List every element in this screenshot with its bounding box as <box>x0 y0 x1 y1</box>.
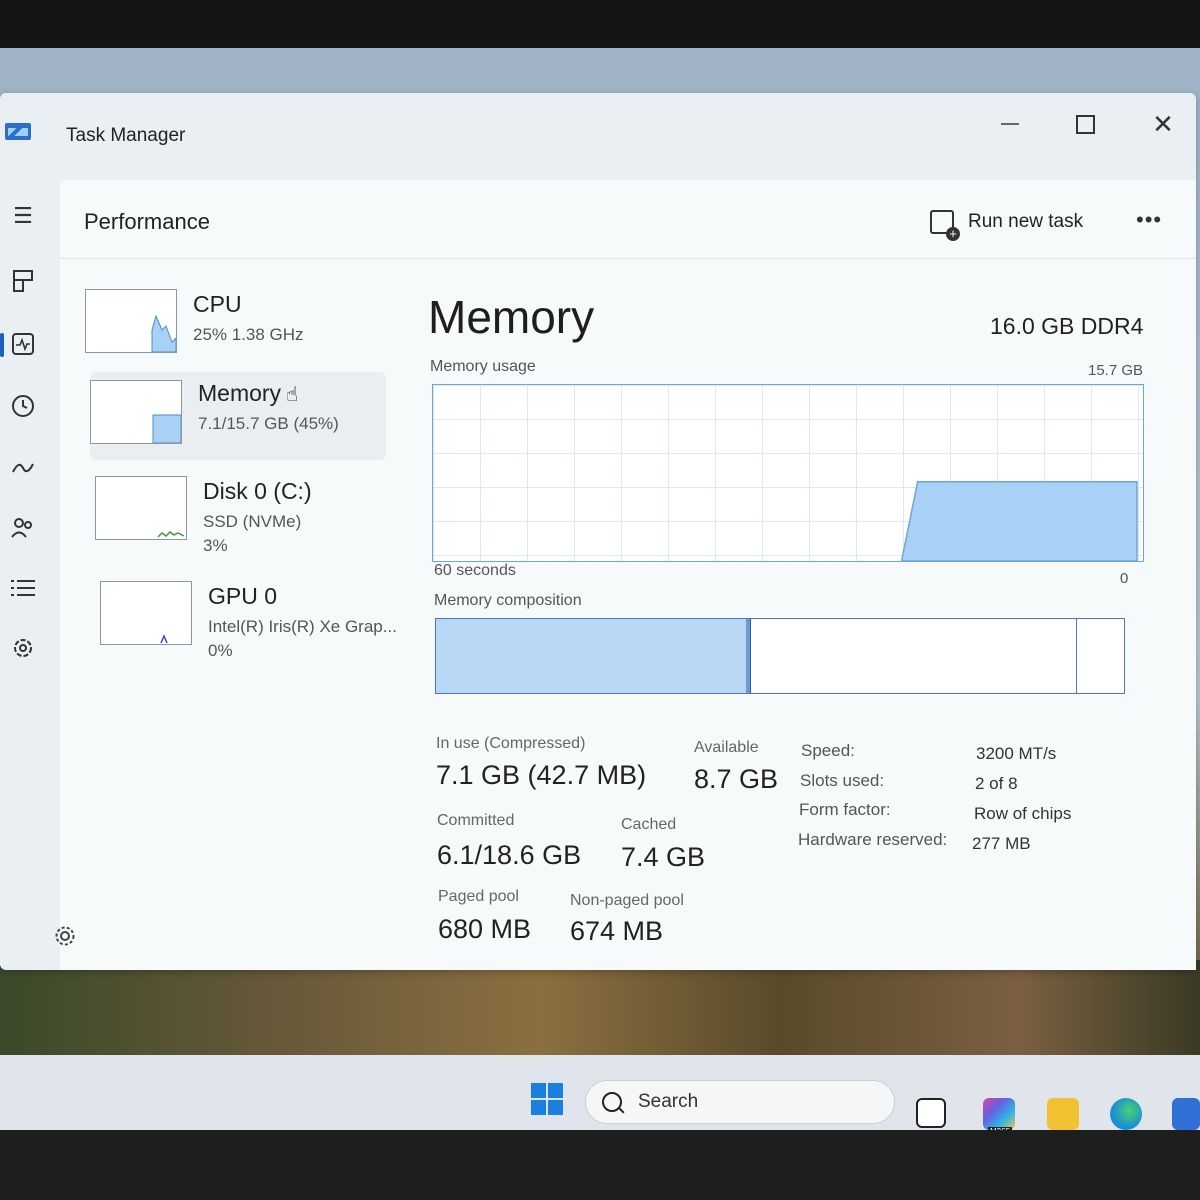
composition-in-use <box>436 619 748 693</box>
m365-icon[interactable]: M365 <box>983 1098 1015 1136</box>
committed-value: 6.1/18.6 GB <box>437 840 582 870</box>
resource-detail: 25% 1.38 GHz <box>193 325 304 344</box>
hardware-reserved-value: 277 MB <box>972 834 1031 853</box>
memory-usage-label: Memory usage <box>430 358 536 375</box>
run-new-task-button[interactable]: Run new task <box>930 205 1084 241</box>
processes-icon[interactable] <box>10 268 36 294</box>
more-options-button[interactable]: ••• <box>1136 207 1162 233</box>
resource-disk[interactable]: Disk 0 (C:) SSD (NVMe) 3% <box>95 470 395 558</box>
task-view-icon[interactable] <box>916 1098 946 1128</box>
speed-value: 3200 MT/s <box>976 744 1057 763</box>
page-title: Performance <box>84 209 210 234</box>
non-paged-pool-value: 674 MB <box>570 916 664 946</box>
memory-thumbnail-graph <box>90 380 182 444</box>
memory-usage-svg <box>900 481 1138 561</box>
memory-max-label: 15.7 GB <box>1088 362 1144 379</box>
start-button[interactable] <box>531 1083 563 1115</box>
users-icon[interactable] <box>10 515 36 541</box>
resource-name: CPU <box>193 291 242 317</box>
resource-detail: Intel(R) Iris(R) Xe Grap... <box>208 617 397 636</box>
in-use-value: 7.1 GB (42.7 MB) <box>436 760 647 790</box>
services-icon[interactable] <box>10 635 36 661</box>
panel-header: Performance Run new task ••• <box>60 180 1196 259</box>
edge-browser-icon[interactable] <box>1110 1098 1142 1130</box>
hamburger-icon[interactable]: ☰ <box>10 203 36 229</box>
resource-cpu[interactable]: CPU 25% 1.38 GHz <box>85 283 385 371</box>
performance-icon[interactable] <box>10 331 36 357</box>
minimize-button[interactable] <box>988 107 1032 141</box>
run-new-task-label: Run new task <box>968 211 1084 232</box>
task-manager-window: Task Manager ✕ ☰ Performance Run new tas… <box>0 93 1196 970</box>
window-title: Task Manager <box>66 125 186 146</box>
available-label: Available <box>694 739 759 756</box>
close-button[interactable]: ✕ <box>1141 107 1185 141</box>
paged-pool-value: 680 MB <box>438 914 532 944</box>
memory-title: Memory <box>428 291 595 343</box>
minimize-icon <box>1001 123 1019 125</box>
slots-used-value: 2 of 8 <box>975 774 1018 793</box>
paged-pool-label: Paged pool <box>438 888 519 905</box>
app-history-icon[interactable] <box>10 393 36 419</box>
cached-value: 7.4 GB <box>621 842 706 872</box>
photo-bezel-top <box>0 0 1200 48</box>
memory-type: 16.0 GB DDR4 <box>990 313 1144 339</box>
speed-key: Speed: <box>801 741 855 760</box>
maximize-icon <box>1075 114 1095 134</box>
resource-name: GPU 0 <box>208 583 278 609</box>
resource-name: Disk 0 (C:) <box>203 478 312 504</box>
form-factor-key: Form factor: <box>799 800 891 819</box>
startup-apps-icon[interactable] <box>10 455 36 481</box>
cpu-thumbnail-graph <box>85 289 177 353</box>
file-explorer-icon[interactable] <box>1047 1098 1079 1130</box>
task-manager-app-icon <box>5 123 31 140</box>
disk-thumbnail-graph <box>95 476 187 540</box>
search-icon <box>602 1092 622 1112</box>
search-placeholder: Search <box>638 1091 699 1112</box>
content-panel: Performance Run new task ••• CPU 25% 1.3… <box>60 180 1196 970</box>
memory-usage-graph <box>432 384 1144 562</box>
cached-label: Cached <box>621 816 677 833</box>
slots-used-key: Slots used: <box>800 771 885 790</box>
form-factor-value: Row of chips <box>974 804 1072 823</box>
close-icon: ✕ <box>1152 108 1174 139</box>
mouse-cursor-icon: ☝ <box>286 384 299 406</box>
resource-gpu[interactable]: GPU 0 Intel(R) Iris(R) Xe Grap... 0% <box>100 575 400 663</box>
in-use-label: In use (Compressed) <box>436 735 586 752</box>
resource-detail: 7.1/15.7 GB (45%) <box>198 414 339 433</box>
details-icon[interactable] <box>10 575 36 601</box>
maximize-button[interactable] <box>1063 107 1107 141</box>
resource-usage: 0% <box>208 641 233 660</box>
taskbar-search[interactable]: Search <box>585 1080 895 1124</box>
photo-bezel-bottom <box>0 1130 1200 1200</box>
resource-memory[interactable]: Memory 7.1/15.7 GB (45%) ☝ <box>90 372 386 460</box>
memory-usage-area <box>900 481 1138 561</box>
run-task-icon <box>930 210 960 241</box>
memory-composition-label: Memory composition <box>434 592 582 609</box>
time-span-label: 60 seconds <box>434 562 516 579</box>
composition-standby <box>751 619 1077 693</box>
store-icon[interactable] <box>1172 1098 1200 1130</box>
hardware-reserved-key: Hardware reserved: <box>798 830 948 849</box>
graph-zero-label: 0 <box>1120 570 1129 587</box>
gpu-thumbnail-graph <box>100 581 192 645</box>
memory-composition-bar <box>435 618 1125 694</box>
resource-name: Memory <box>198 380 282 406</box>
available-value: 8.7 GB <box>694 764 779 794</box>
active-nav-indicator <box>0 333 4 357</box>
resource-detail: SSD (NVMe) <box>203 512 302 531</box>
wallpaper-landscape <box>0 960 1200 1060</box>
settings-icon[interactable] <box>54 925 76 953</box>
committed-label: Committed <box>437 812 515 829</box>
non-paged-pool-label: Non-paged pool <box>570 892 684 909</box>
resource-usage: 3% <box>203 536 228 555</box>
